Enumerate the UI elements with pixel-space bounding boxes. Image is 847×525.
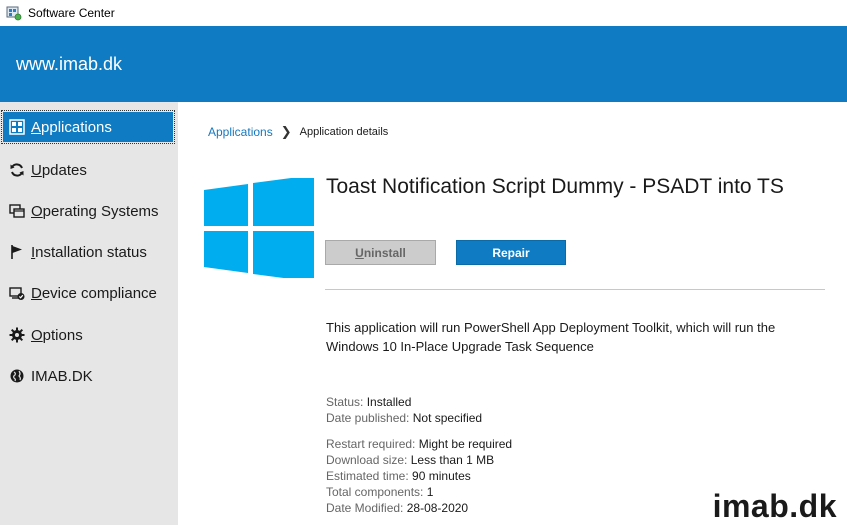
divider: [325, 289, 825, 290]
sidebar-item-label: Installation status: [31, 243, 147, 261]
windows-stack-icon: [9, 203, 25, 219]
main-content: Applications ❯ Application details Toast…: [178, 102, 847, 525]
refresh-icon: [9, 162, 25, 178]
uninstall-button[interactable]: Uninstall: [325, 240, 436, 265]
detail-row-estimated-time: Estimated time: 90 minutes: [326, 469, 471, 483]
detail-row-date-modified: Date Modified: 28-08-2020: [326, 501, 469, 515]
gear-icon: [9, 327, 25, 343]
sidebar-item-device-compliance[interactable]: Device compliance: [3, 278, 173, 308]
sidebar-item-applications[interactable]: Applications: [1, 110, 175, 144]
application-description: This application will run PowerShell App…: [326, 320, 776, 354]
repair-button[interactable]: Repair: [456, 240, 566, 265]
sidebar-item-updates[interactable]: Updates: [3, 155, 173, 185]
sidebar-item-operating-systems[interactable]: Operating Systems: [3, 196, 173, 226]
detail-row-restart-required: Restart required: Might be required: [326, 437, 513, 451]
watermark: imab.dk: [712, 488, 837, 524]
software-center-icon: [6, 6, 22, 21]
flag-icon: [9, 244, 25, 260]
application-install-details: Restart required: Might be required Down…: [326, 436, 726, 516]
windows-logo: [204, 178, 314, 278]
sidebar-item-label: Options: [31, 326, 83, 344]
device-check-icon: [9, 285, 25, 301]
application-status-details: Status: Installed Date published: Not sp…: [326, 394, 726, 426]
sidebar-item-label: Updates: [31, 161, 87, 179]
title-bar: Software Center: [0, 0, 847, 26]
sidebar-item-label: Applications: [31, 118, 112, 136]
application-title: Toast Notification Script Dummy - PSADT …: [326, 175, 784, 198]
breadcrumb: Applications ❯ Application details: [208, 124, 388, 140]
organization-banner: www.imab.dk: [0, 26, 847, 102]
detail-row-date-published: Date published: Not specified: [326, 411, 483, 425]
organization-name: www.imab.dk: [16, 54, 123, 74]
sidebar-item-label: Device compliance: [31, 284, 157, 302]
breadcrumb-current: Application details: [299, 126, 389, 138]
detail-row-download-size: Download size: Less than 1 MB: [326, 453, 495, 467]
detail-row-total-components: Total components: 1: [326, 485, 434, 499]
breadcrumb-applications-link[interactable]: Applications: [208, 125, 273, 139]
detail-row-status: Status: Installed: [326, 395, 412, 409]
sidebar-item-label: IMAB.DK: [31, 367, 93, 385]
grid-icon: [9, 119, 25, 135]
sidebar: Applications Updates Operating Systems I…: [0, 102, 178, 525]
window-title: Software Center: [28, 6, 115, 20]
sidebar-item-imab-dk[interactable]: IMAB.DK: [3, 361, 173, 391]
sidebar-item-options[interactable]: Options: [3, 320, 173, 350]
sidebar-item-label: Operating Systems: [31, 202, 159, 220]
sidebar-item-installation-status[interactable]: Installation status: [3, 237, 173, 267]
chevron-right-icon: ❯: [280, 124, 292, 139]
globe-icon: [9, 368, 25, 384]
